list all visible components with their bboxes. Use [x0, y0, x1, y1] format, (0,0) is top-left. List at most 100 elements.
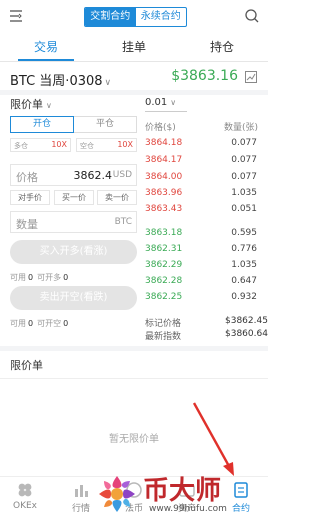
latest-index: 最新指数 $3860.64 [145, 329, 270, 342]
precision-value: 0.01 [145, 97, 168, 108]
available-value: 0 [28, 273, 34, 282]
long-label: 多仓 [14, 142, 28, 150]
main-tabs: 交易 挂单 持仓 [0, 34, 268, 62]
openable-long-value: 0 [63, 273, 69, 282]
bid-row[interactable]: 3862.25 0.932 [145, 290, 257, 307]
mark-price: 标记价格 $3862.45 [145, 316, 270, 329]
short-label: 空仓 [80, 142, 94, 150]
precision-select[interactable]: 0.01 ∨ [145, 97, 176, 108]
chevron-down-icon: ∨ [104, 78, 112, 88]
sell-short-button[interactable]: 卖出开空(看跌) [10, 286, 137, 310]
long-leverage-value: 10X [51, 140, 67, 149]
bid-price: 3862.29 [145, 260, 183, 270]
open-button[interactable]: 开仓 [10, 116, 74, 133]
top-header: 交割合约 永续合约 [0, 0, 268, 34]
contract-type-switch: 交割合约 永续合约 [84, 7, 187, 27]
quantity-label: 数量 [16, 218, 38, 231]
ask-row[interactable]: 3864.17 0.077 [145, 153, 257, 170]
bid-row[interactable]: 3863.18 0.595 [145, 226, 257, 243]
tab-perpetual[interactable]: 永续合约 [136, 8, 187, 26]
ask-qty: 0.051 [231, 204, 257, 214]
watermark-url: www.99hufu.com [149, 504, 227, 514]
bid-qty: 0.647 [231, 276, 257, 286]
nav-okex-label: OKEx [13, 501, 37, 511]
ask1-price-button[interactable]: 卖一价 [97, 190, 137, 205]
ask-row[interactable]: 3863.96 1.035 [145, 186, 257, 203]
openable-long-label: 可开多 [37, 273, 62, 282]
ask-qty: 1.035 [231, 188, 257, 198]
open-orders-title: 限价单 [10, 359, 43, 372]
ask-price: 3864.17 [145, 155, 183, 165]
price-unit: USD [112, 170, 132, 180]
ask-price: 3863.43 [145, 204, 183, 214]
bid-row[interactable]: 3862.31 0.776 [145, 242, 257, 259]
bid-qty: 0.932 [231, 292, 257, 302]
trend-up-icon[interactable] [245, 71, 257, 83]
ask-row[interactable]: 3863.43 0.051 [145, 202, 257, 219]
open-orders-divider [0, 378, 268, 379]
ask-row[interactable]: 3864.18 0.077 [145, 136, 257, 153]
available-short: 可用 0 可开空 0 [10, 318, 72, 329]
search-icon[interactable] [244, 8, 260, 24]
short-leverage-value: 10X [117, 140, 133, 149]
bid-price: 3862.28 [145, 276, 183, 286]
ask-price: 3864.00 [145, 172, 183, 182]
bid-qty: 1.035 [231, 260, 257, 270]
index-label: 最新指数 [145, 332, 182, 342]
available-label: 可用 [10, 319, 26, 328]
long-leverage[interactable]: 多仓 10X [10, 138, 71, 152]
col-price-header: 价格($) [145, 123, 176, 133]
openable-short-label: 可开空 [37, 319, 62, 328]
available-long: 可用 0 可开多 0 [10, 272, 72, 283]
okex-icon [18, 483, 32, 497]
available-label: 可用 [10, 273, 26, 282]
precision-underline [145, 111, 187, 112]
section-divider [0, 346, 268, 351]
nav-okex[interactable]: OKEx [0, 481, 50, 511]
nav-market-label: 行情 [71, 504, 90, 514]
tab-trade[interactable]: 交易 [26, 38, 66, 55]
open-close-switch: 开仓 平仓 [10, 116, 137, 133]
bid-price: 3862.31 [145, 244, 183, 254]
close-button[interactable]: 平仓 [74, 116, 137, 133]
chevron-down-icon: ∨ [46, 101, 52, 110]
quantity-field[interactable]: 数量 BTC [10, 211, 137, 233]
active-tab-indicator [18, 59, 74, 61]
bid-qty: 0.595 [231, 228, 257, 238]
mark-price-value: $3862.45 [225, 316, 268, 326]
short-leverage[interactable]: 空仓 10X [76, 138, 137, 152]
chevron-down-icon: ∨ [170, 98, 177, 107]
bid-price: 3862.25 [145, 292, 183, 302]
counterparty-price-button[interactable]: 对手价 [10, 190, 50, 205]
arrow-annotation-icon [192, 402, 234, 476]
ask-qty: 0.077 [231, 155, 257, 165]
bid-qty: 0.776 [231, 244, 257, 254]
bid-row[interactable]: 3862.29 1.035 [145, 258, 257, 275]
tab-orders[interactable]: 挂单 [114, 38, 154, 55]
bid-row[interactable]: 3862.28 0.647 [145, 274, 257, 291]
order-type-select[interactable]: 限价单 ∨ [10, 96, 52, 112]
bid1-price-button[interactable]: 买一价 [54, 190, 94, 205]
symbol-name: BTC 当周·0308 [10, 74, 103, 89]
last-price: $3863.16 [171, 68, 238, 84]
ask-qty: 0.077 [231, 172, 257, 182]
watermark-text: 币大师 [143, 476, 222, 506]
index-value: $3860.64 [225, 329, 268, 339]
ask-price: 3863.96 [145, 188, 183, 198]
menu-icon[interactable] [8, 8, 24, 24]
price-input[interactable]: 3862.4 [74, 169, 113, 182]
watermark: 币大师 www.99hufu.com [95, 470, 265, 518]
ask-row[interactable]: 3864.00 0.077 [145, 170, 257, 187]
ask-price: 3864.18 [145, 138, 183, 148]
symbol-selector[interactable]: BTC 当周·0308 ∨ [10, 70, 111, 89]
tab-futures[interactable]: 交割合约 [85, 8, 136, 26]
ask-qty: 0.077 [231, 138, 257, 148]
chart-icon [75, 485, 88, 497]
price-field[interactable]: 价格 3862.4 USD [10, 164, 137, 186]
openable-short-value: 0 [63, 319, 69, 328]
section-divider [0, 90, 268, 95]
buy-long-button[interactable]: 买入开多(看涨) [10, 240, 137, 264]
tab-positions[interactable]: 持仓 [202, 38, 242, 55]
price-label: 价格 [16, 171, 38, 184]
bid-price: 3863.18 [145, 228, 183, 238]
